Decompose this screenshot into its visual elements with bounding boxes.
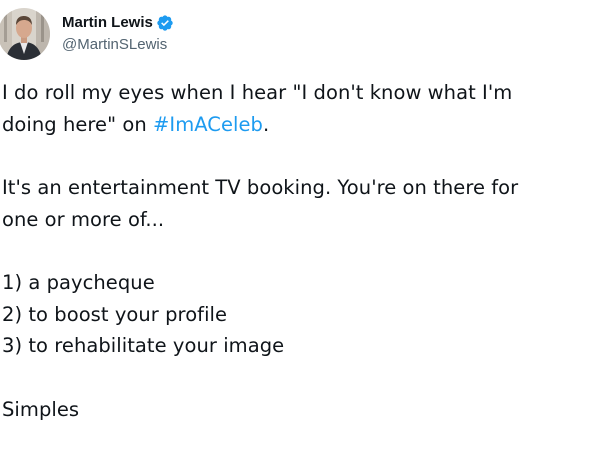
tweet-paragraph-2: It's an entertainment TV booking. You're… (2, 172, 598, 235)
avatar-image (0, 8, 50, 60)
tweet-card: Martin Lewis @MartinSLewis I do roll my … (0, 0, 598, 427)
list-item: 1) a paycheque (2, 271, 155, 294)
author-info: Martin Lewis @MartinSLewis (62, 12, 174, 56)
verified-badge-icon[interactable] (156, 14, 174, 32)
tweet-text-fragment: . (262, 112, 270, 136)
hashtag-link[interactable]: #ImACeleb (153, 113, 263, 136)
tweet-line: It's an entertainment TV booking. You're… (2, 176, 519, 199)
tweet-text: I do roll my eyes when I hear "I don't k… (2, 77, 598, 457)
tweet-paragraph-1: I do roll my eyes when I hear "I don't k… (2, 77, 598, 140)
list-item: 3) to rehabilitate your image (2, 334, 285, 357)
tweet-text-fragment: doing here" on (2, 112, 154, 136)
author-name-row: Martin Lewis (62, 12, 174, 34)
tweet-line: I do roll my eyes when I hear "I don't k… (2, 81, 513, 104)
avatar[interactable] (0, 8, 50, 60)
author-display-name[interactable]: Martin Lewis (62, 12, 153, 34)
list-item: 2) to boost your profile (2, 302, 228, 326)
author-handle[interactable]: @MartinSLewis (62, 34, 174, 56)
tweet-closing: Simples (2, 394, 598, 426)
tweet-line: doing here" on #ImACeleb. (2, 109, 598, 141)
tweet-header: Martin Lewis @MartinSLewis (0, 6, 174, 62)
tweet-list: 1) a paycheque 2) to boost your profile … (2, 267, 598, 362)
tweet-line: one or more of... (2, 207, 165, 231)
tweet-line: Simples (2, 397, 80, 421)
